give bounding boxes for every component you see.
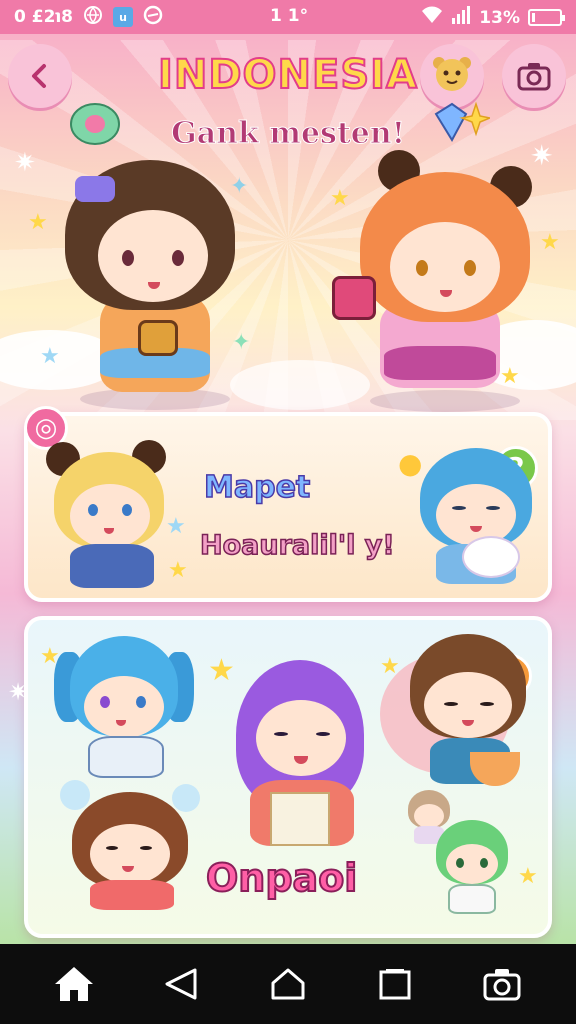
camera-icon (483, 969, 521, 1001)
chevron-left-icon (32, 64, 46, 88)
character-girl-purple-hair (226, 660, 376, 850)
star-decoration: ✷ (14, 148, 36, 178)
bottom-navigation-bar (0, 944, 576, 1024)
camera-nav-button[interactable] (472, 954, 532, 1014)
back-nav-button[interactable] (151, 954, 211, 1014)
home-outline-icon (271, 968, 305, 1000)
camera-icon (517, 63, 551, 91)
camera-button[interactable] (502, 44, 566, 108)
white-pet-decoration (462, 536, 520, 578)
gem-decoration-icon (70, 103, 120, 145)
globe-icon (83, 5, 103, 30)
edge-icon (143, 5, 163, 30)
app-notification-icon: u (113, 7, 133, 27)
status-left: 0 £2℩8 u (14, 5, 163, 30)
character-green-hair (432, 820, 512, 916)
status-bar: 0 £2℩8 u 1 1° 13% (0, 0, 576, 34)
star-decoration: ✷ (8, 678, 29, 706)
page-subtitle: Gank mesten! (171, 116, 406, 152)
battery-fill (532, 13, 535, 22)
character-girl-brown-hair (60, 160, 250, 410)
star-decoration: ★ (28, 210, 48, 235)
character-boy-brown-hair (380, 634, 540, 794)
home-button[interactable] (44, 954, 104, 1014)
star-decoration: ★ (40, 644, 60, 669)
square-recents-icon (379, 969, 411, 1000)
status-center-text: 1 1° (270, 6, 309, 26)
battery-icon (528, 9, 565, 26)
star-decoration: ★ (40, 344, 60, 369)
character-girl-blonde (46, 440, 176, 590)
star-decoration: ★ (168, 558, 188, 583)
star-decoration: ● (398, 447, 423, 480)
home-outline-button[interactable] (258, 954, 318, 1014)
card-1-title: Mapet (203, 469, 311, 506)
card-1-subtitle: Hoauralil'l y! (199, 529, 395, 562)
recents-button[interactable] (365, 954, 425, 1014)
character-girl-brown-ponytail (60, 780, 200, 910)
wifi-icon (421, 6, 443, 29)
star-decoration: ★ (380, 654, 400, 679)
signal-icon (451, 6, 471, 29)
back-button[interactable] (8, 44, 72, 108)
home-icon (54, 967, 93, 1001)
status-right: 13% (421, 6, 565, 29)
star-decoration: ★ (208, 653, 235, 688)
character-girl-blue-twintails (54, 632, 194, 782)
star-decoration: ★ (540, 230, 560, 255)
star-decoration: ★ (166, 514, 186, 539)
card-2-title: Onpaoi (205, 855, 358, 901)
battery-percent: 13% (479, 7, 520, 28)
triangle-back-icon (165, 968, 197, 1000)
status-left-text: 0 £2℩8 (14, 7, 73, 27)
page-title: INDONESIA (157, 51, 418, 99)
star-decoration: ★ (518, 864, 538, 889)
character-girl-orange-hair (332, 150, 540, 412)
